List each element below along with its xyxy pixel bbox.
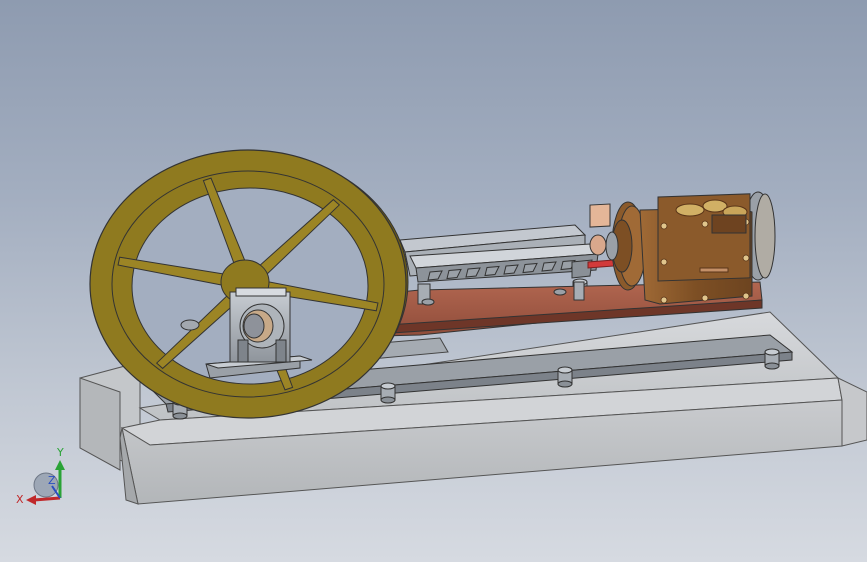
triad-x-label: X <box>16 493 24 506</box>
triad-y-label: Y <box>56 446 64 459</box>
cylinder[interactable] <box>605 191 776 305</box>
cylinder-bolt <box>742 292 750 300</box>
cylinder-bolt <box>660 296 668 304</box>
cylinder-bolt <box>701 294 709 302</box>
standoff-post <box>764 348 780 370</box>
graphics-viewport[interactable]: X Y Z <box>0 0 867 562</box>
model-scene[interactable]: X Y Z <box>0 0 867 562</box>
flywheel[interactable] <box>89 149 409 419</box>
triad-z-label: Z <box>48 474 56 487</box>
cylinder-bolt <box>660 258 668 266</box>
cylinder-bolt <box>701 220 709 228</box>
x-axis-arrow <box>33 496 61 502</box>
standoff-post <box>557 366 573 388</box>
cylinder-bolt <box>742 254 750 262</box>
standoff-post <box>380 382 396 404</box>
cylinder-bolt <box>660 222 668 230</box>
view-triad[interactable]: X Y Z <box>16 446 65 506</box>
